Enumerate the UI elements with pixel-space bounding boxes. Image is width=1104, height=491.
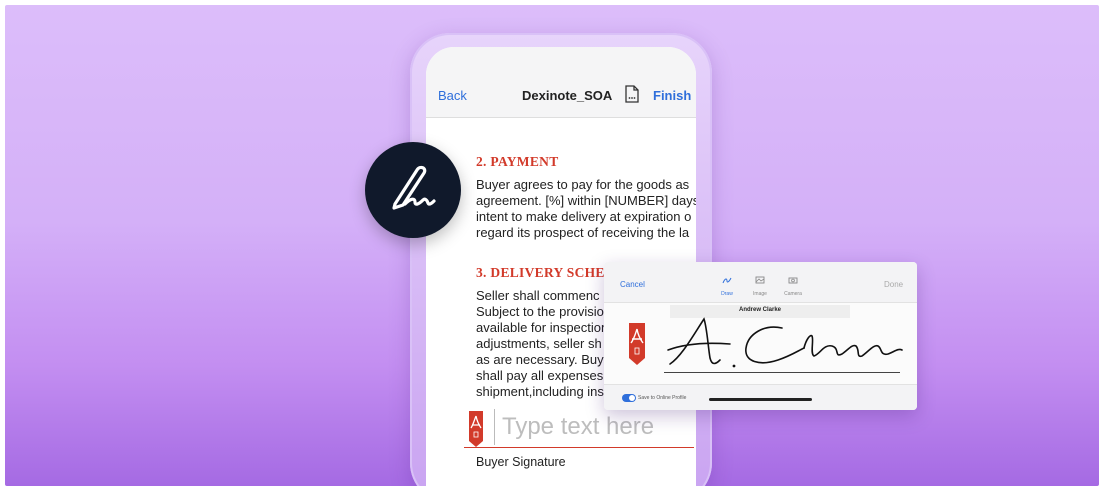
- cancel-button[interactable]: Cancel: [620, 280, 645, 289]
- acrobat-sign-flag-icon: [468, 411, 484, 452]
- save-profile-toggle[interactable]: [622, 394, 636, 402]
- back-button[interactable]: Back: [438, 88, 467, 103]
- save-profile-label: Save to Online Profile: [638, 395, 687, 401]
- text-line: regard its prospect of receiving the la: [476, 225, 690, 240]
- document-more-icon[interactable]: [625, 85, 639, 108]
- image-icon: [755, 276, 765, 284]
- signature-capture-panel: Cancel Draw Image Camera Done Andrew Cla…: [604, 262, 917, 410]
- section-text-payment: Buyer agrees to pay for the goods as agr…: [476, 177, 696, 241]
- camera-mode-button[interactable]: Camera: [773, 271, 813, 297]
- home-indicator: [709, 398, 812, 401]
- finish-button[interactable]: Finish: [653, 88, 691, 103]
- text-line: agreement. [%] within [NUMBER] days: [476, 193, 696, 208]
- buyer-signature-label: Buyer Signature: [476, 455, 566, 469]
- acrobat-sign-flag-icon: [628, 323, 646, 370]
- signature-baseline: [664, 372, 900, 373]
- field-divider: [494, 409, 495, 445]
- signature-placeholder[interactable]: Type text here: [502, 413, 654, 441]
- section-heading-payment: 2. PAYMENT: [476, 154, 559, 169]
- camera-icon: [788, 277, 798, 284]
- done-button[interactable]: Done: [884, 280, 903, 289]
- panel-footer: Save to Online Profile: [604, 384, 917, 410]
- document-title: Dexinote_SOA: [522, 88, 613, 103]
- handwritten-signature[interactable]: [664, 314, 904, 374]
- signature-pen-icon: [365, 142, 461, 238]
- phone-mockup: Back Dexinote_SOA Finish 2. PAYMENT Buye…: [410, 33, 712, 486]
- text-line: intent to make delivery at expiration o: [476, 209, 692, 224]
- hero-background: Back Dexinote_SOA Finish 2. PAYMENT Buye…: [5, 5, 1099, 486]
- signer-name: Andrew Clarke: [738, 307, 781, 313]
- camera-mode-label: Camera: [784, 291, 802, 297]
- text-line: Buyer agrees to pay for the goods as: [476, 177, 690, 192]
- section-heading-delivery: 3. DELIVERY SCHE: [476, 265, 605, 280]
- draw-icon: [722, 277, 732, 284]
- signature-input-field[interactable]: Type text here: [464, 407, 694, 448]
- panel-toolbar: Cancel Draw Image Camera Done: [604, 262, 917, 303]
- nav-bar: Back Dexinote_SOA Finish: [426, 47, 696, 118]
